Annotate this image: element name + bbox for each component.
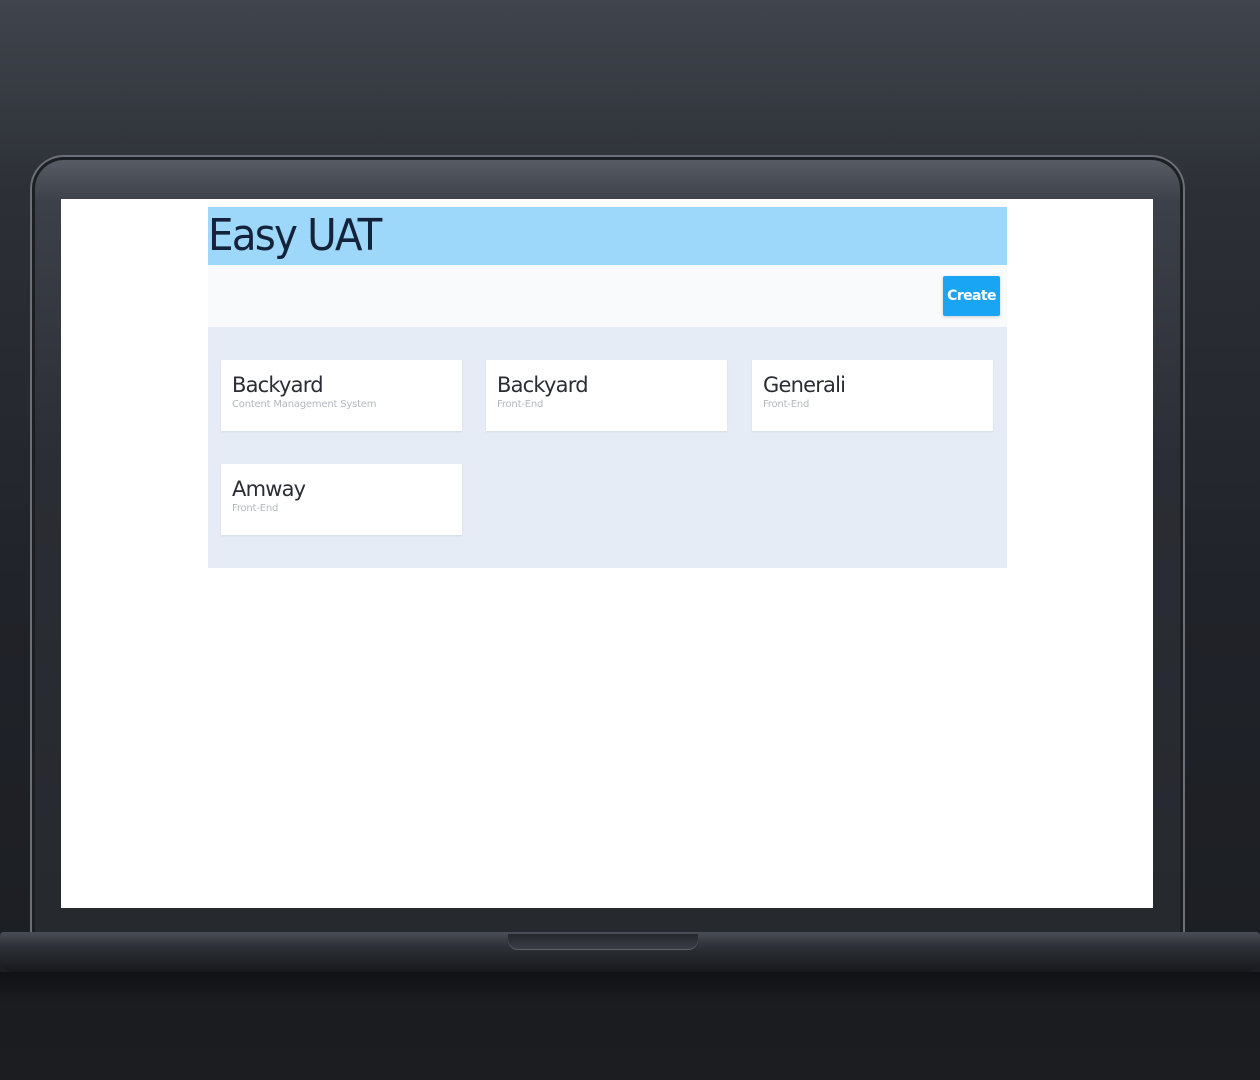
- project-name: Backyard: [497, 373, 589, 397]
- laptop-shadow: [0, 972, 1260, 1080]
- project-type: Front-End: [232, 503, 279, 514]
- project-type: Content Management System: [232, 399, 377, 410]
- project-card-backyard-cms[interactable]: Backyard Content Management System: [221, 360, 462, 431]
- app-container: Easy UAT Create Backyard Content Managem…: [208, 207, 1007, 568]
- project-card-backyard-frontend[interactable]: Backyard Front-End: [486, 360, 727, 431]
- laptop-screen: Easy UAT Create Backyard Content Managem…: [61, 199, 1153, 908]
- laptop-notch: [508, 934, 698, 950]
- projects-panel: Backyard Content Management System Backy…: [208, 327, 1007, 568]
- project-type: Front-End: [497, 399, 544, 410]
- project-name: Generali: [763, 373, 846, 397]
- toolbar: Create: [208, 265, 1007, 327]
- project-type: Front-End: [763, 399, 810, 410]
- project-name: Amway: [232, 477, 306, 501]
- project-name: Backyard: [232, 373, 324, 397]
- create-button[interactable]: Create: [943, 276, 1000, 316]
- project-card-amway-frontend[interactable]: Amway Front-End: [221, 464, 462, 535]
- project-card-generali-frontend[interactable]: Generali Front-End: [752, 360, 993, 431]
- app-header: Easy UAT: [208, 207, 1007, 265]
- app-title: Easy UAT: [208, 210, 382, 261]
